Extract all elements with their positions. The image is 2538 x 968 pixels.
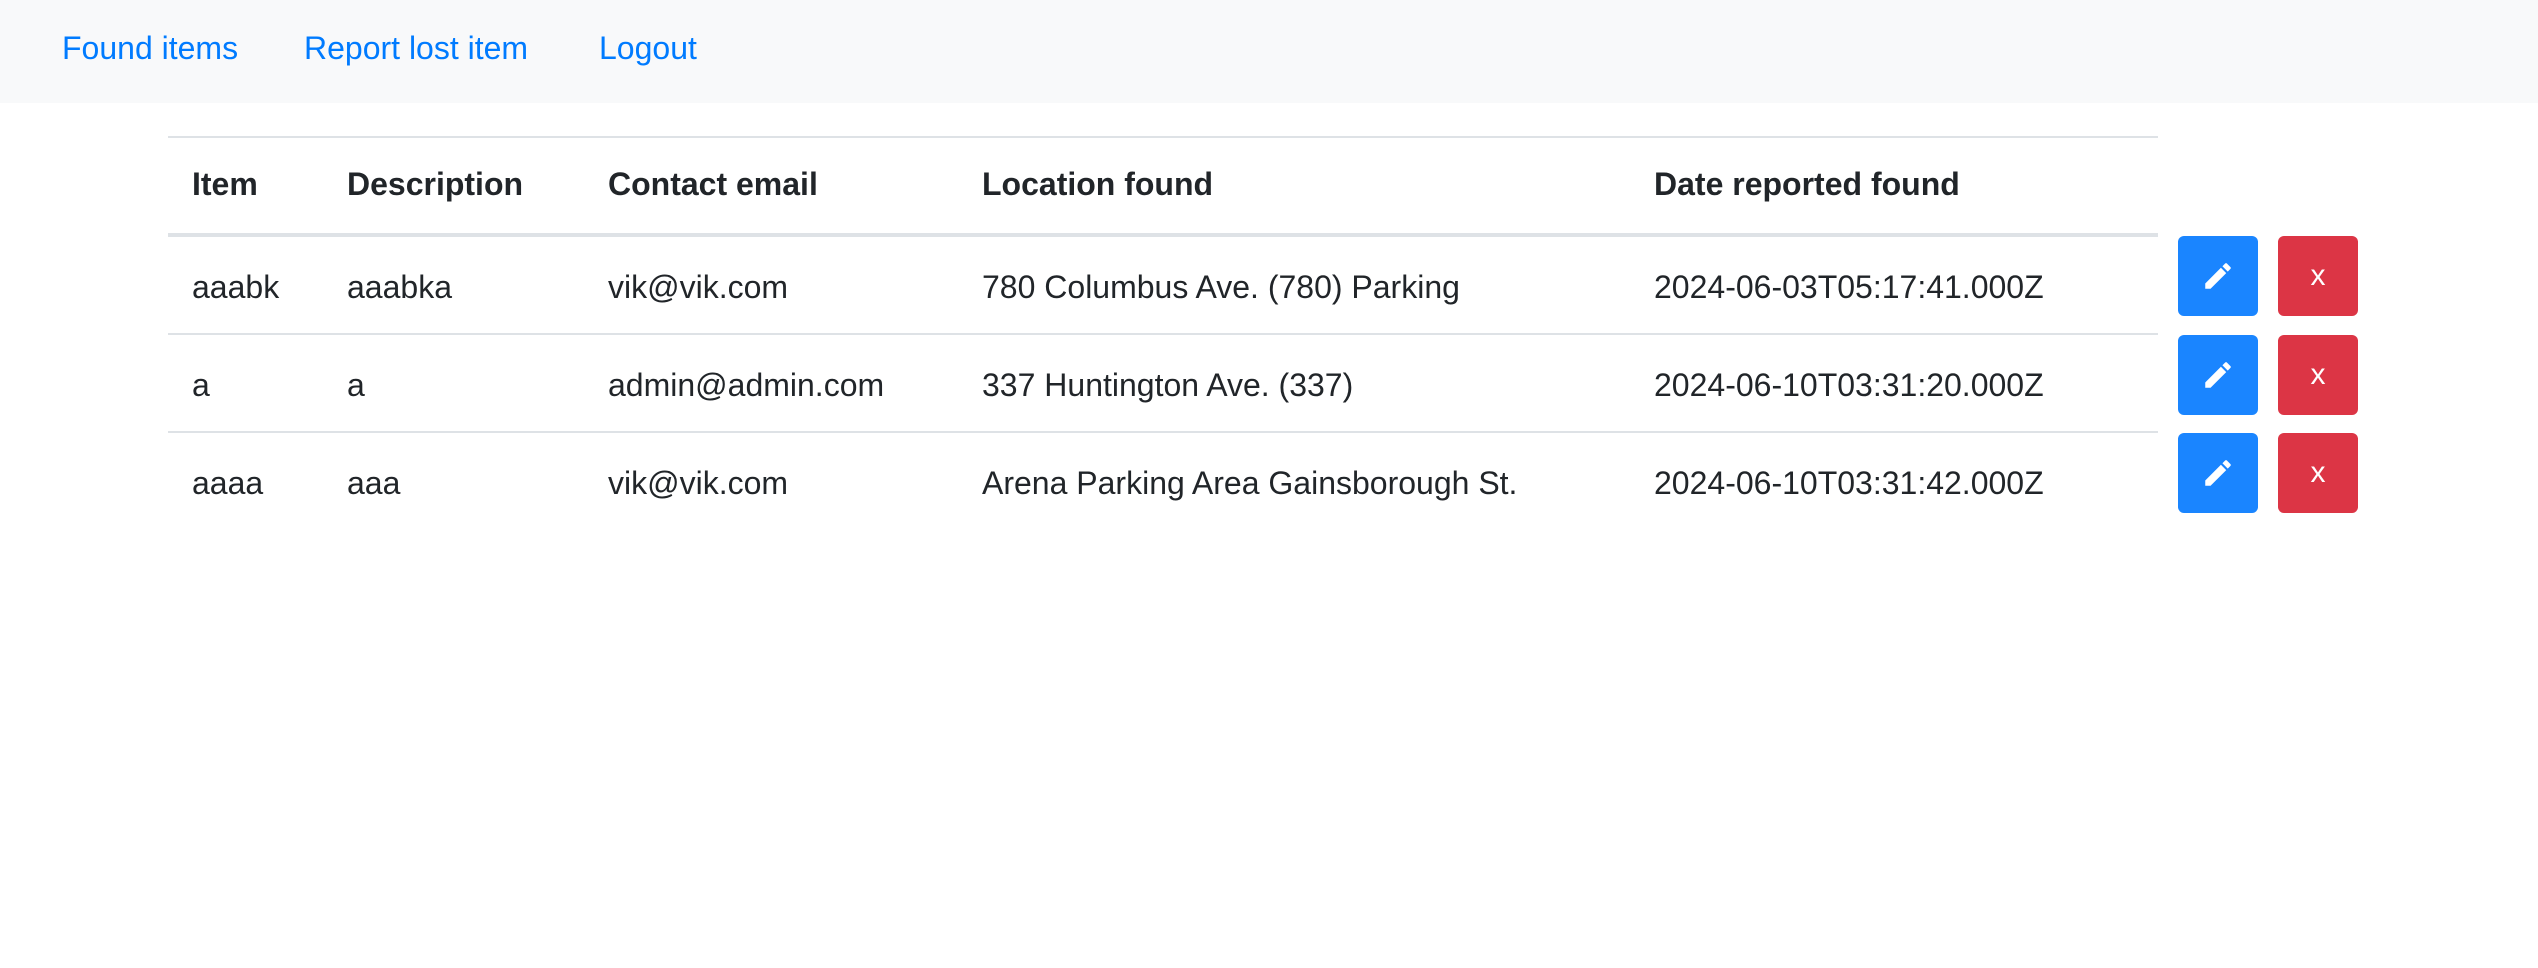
delete-button[interactable]: x	[2278, 236, 2358, 316]
nav-report-lost-item-link[interactable]: Report lost item	[304, 28, 528, 68]
cell-item: aaabk	[192, 269, 280, 305]
header-date-reported-found: Date reported found	[1654, 166, 1960, 202]
pencil-icon	[2201, 456, 2235, 490]
cell-date-reported: 2024-06-10T03:31:20.000Z	[1654, 367, 2044, 403]
cell-date-reported: 2024-06-10T03:31:42.000Z	[1654, 465, 2044, 501]
header-item: Item	[192, 166, 258, 202]
table-row: a a admin@admin.com 337 Huntington Ave. …	[168, 335, 2158, 433]
nav-found-items-link[interactable]: Found items	[62, 28, 238, 68]
cell-location-found: Arena Parking Area Gainsborough St.	[982, 465, 1518, 501]
header-description: Description	[347, 166, 524, 202]
pencil-icon	[2201, 259, 2235, 293]
cell-location-found: 337 Huntington Ave. (337)	[982, 367, 1354, 403]
nav-logout-link[interactable]: Logout	[599, 28, 697, 68]
cell-description: a	[347, 367, 365, 403]
cell-item: aaaa	[192, 465, 264, 501]
header-location-found: Location found	[982, 166, 1214, 202]
navbar: Found items Report lost item Logout	[0, 0, 2538, 103]
edit-button[interactable]	[2178, 433, 2258, 513]
cell-contact-email: admin@admin.com	[608, 367, 885, 403]
edit-button[interactable]	[2178, 236, 2258, 316]
edit-button[interactable]	[2178, 335, 2258, 415]
cell-description: aaa	[347, 465, 401, 501]
table-header-row: Item Description Contact email Location …	[168, 136, 2158, 232]
pencil-icon	[2201, 358, 2235, 392]
cell-location-found: 780 Columbus Ave. (780) Parking	[982, 269, 1460, 305]
header-contact-email: Contact email	[608, 166, 818, 202]
delete-button[interactable]: x	[2278, 433, 2358, 513]
delete-button[interactable]: x	[2278, 335, 2358, 415]
cell-contact-email: vik@vik.com	[608, 465, 789, 501]
cell-contact-email: vik@vik.com	[608, 269, 789, 305]
cell-description: aaabka	[347, 269, 452, 305]
cell-item: a	[192, 367, 210, 403]
cell-date-reported: 2024-06-03T05:17:41.000Z	[1654, 269, 2044, 305]
table-row: aaabk aaabka vik@vik.com 780 Columbus Av…	[168, 237, 2158, 335]
table-row: aaaa aaa vik@vik.com Arena Parking Area …	[168, 433, 2158, 531]
